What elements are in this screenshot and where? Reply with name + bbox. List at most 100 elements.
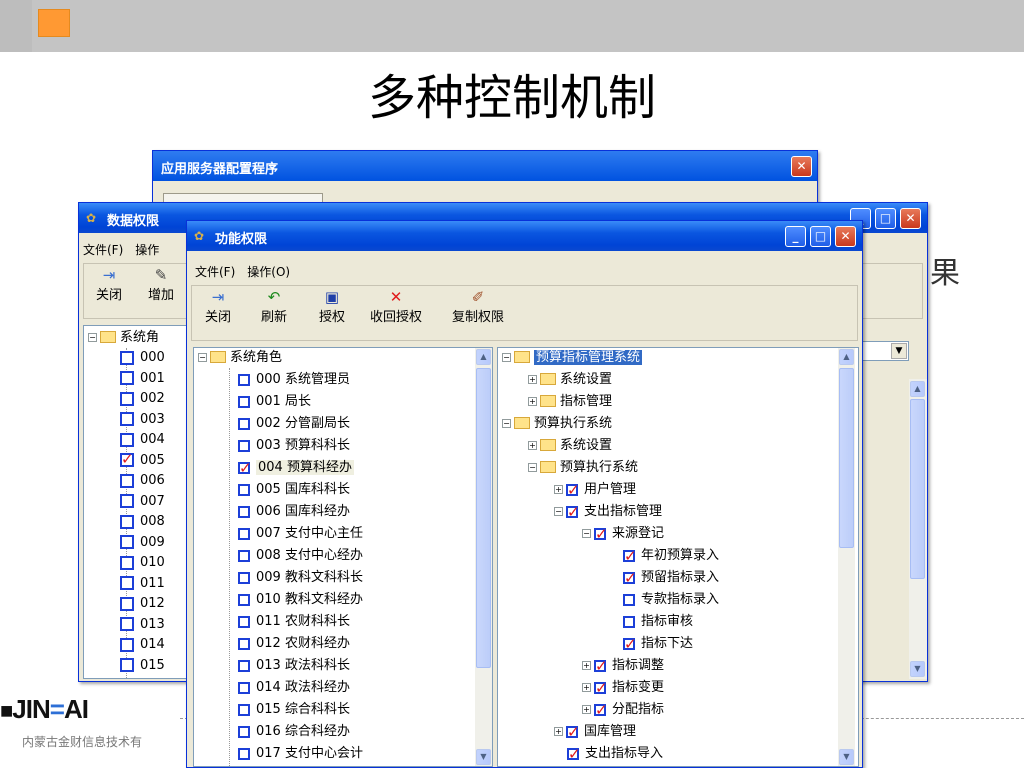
role-row[interactable]: 015 综合科科长 [238, 700, 350, 720]
func-revoke-tool-button[interactable]: ✕ 收回授权 [360, 288, 432, 325]
function-tree-row[interactable]: 专款指标录入 [610, 590, 719, 610]
checkbox-icon[interactable] [120, 371, 134, 385]
expand-toggle[interactable]: + [528, 375, 537, 384]
function-tree-row[interactable]: + ✓ 指标调整 [582, 656, 664, 676]
checkbox-icon[interactable] [238, 681, 250, 694]
checkbox-icon[interactable] [238, 571, 250, 584]
data-tree-root[interactable]: − 系统角 [88, 328, 159, 348]
collapse-toggle[interactable]: − [502, 419, 511, 428]
scroll-down-icon[interactable]: ▼ [839, 749, 854, 765]
data-role-row[interactable]: 014 [120, 635, 165, 655]
expand-toggle[interactable]: + [582, 705, 591, 714]
checkbox-icon[interactable] [120, 494, 134, 508]
role-row[interactable]: 010 教科文科经办 [238, 590, 363, 610]
checkbox-icon[interactable] [120, 535, 134, 549]
collapse-toggle[interactable]: − [582, 529, 591, 538]
data-role-row[interactable]: 008 [120, 512, 165, 532]
data-role-row[interactable]: 007 [120, 492, 165, 512]
scroll-down-icon[interactable]: ▼ [910, 661, 925, 677]
func-window-titlebar[interactable]: ✿ 功能权限 _ □ ✕ [187, 221, 862, 251]
checkbox-icon[interactable] [120, 514, 134, 529]
checked-checkbox-icon[interactable]: ✓ [566, 504, 580, 519]
expand-toggle[interactable]: + [528, 441, 537, 450]
function-tree-row[interactable]: − ✓ 来源登记 [582, 524, 664, 544]
role-row[interactable]: 009 教科文科科长 [238, 568, 363, 588]
checked-checkbox-icon[interactable]: ✓ [566, 724, 580, 739]
func-menu-file[interactable]: 文件(F) [195, 265, 235, 279]
checkbox-icon[interactable] [238, 703, 250, 716]
scroll-thumb[interactable] [910, 399, 925, 579]
data-role-row[interactable]: 002 [120, 389, 165, 409]
function-tree-row[interactable]: ✓ 年初预算录入 [610, 546, 719, 566]
data-role-row[interactable]: 013 [120, 615, 165, 635]
checkbox-icon[interactable] [238, 505, 250, 518]
data-menu-file[interactable]: 文件(F) [83, 243, 123, 257]
expand-toggle[interactable]: + [582, 683, 591, 692]
function-tree-row[interactable]: 指标审核 [610, 612, 693, 632]
checkbox-icon[interactable] [238, 747, 250, 760]
checked-checkbox-icon[interactable]: ✓ [594, 702, 608, 717]
function-tree-row[interactable]: ✓ 预留指标录入 [610, 568, 719, 588]
checkbox-icon[interactable] [238, 637, 250, 650]
scroll-thumb[interactable] [476, 368, 491, 668]
expand-toggle[interactable]: + [582, 661, 591, 670]
checkbox-icon[interactable] [120, 555, 134, 570]
checkbox-icon[interactable] [238, 439, 250, 452]
data-role-row[interactable]: 004 [120, 430, 165, 450]
function-tree-row[interactable]: − 预算执行系统 [528, 458, 638, 478]
role-row[interactable]: 000 系统管理员 [238, 370, 350, 390]
checked-checkbox-icon[interactable]: ✓ [566, 482, 580, 497]
scroll-up-icon[interactable]: ▲ [476, 349, 491, 365]
func-close-button[interactable]: ✕ [835, 226, 856, 247]
checked-checkbox-icon[interactable]: ✓ [623, 636, 637, 651]
checked-checkbox-icon[interactable]: ✓ [567, 746, 581, 761]
checkbox-icon[interactable] [238, 725, 250, 738]
function-tree-row[interactable]: − 预算指标管理系统 [502, 348, 643, 368]
config-window-titlebar[interactable]: 应用服务器配置程序 ✕ [153, 151, 817, 181]
role-row[interactable]: 006 国库科经办 [238, 502, 350, 522]
role-row[interactable]: 008 支付中心经办 [238, 546, 363, 566]
function-tree-row[interactable]: + ✓ 国库管理 [554, 722, 636, 742]
checked-checkbox-icon[interactable]: ✓ [594, 658, 608, 673]
role-row[interactable]: 002 分管副局长 [238, 414, 350, 434]
function-tree-row[interactable]: ✓ 支出指标导入 [554, 744, 663, 764]
role-row[interactable]: 016 综合科经办 [238, 722, 350, 742]
data-role-row[interactable]: ✓ 005 [120, 451, 165, 471]
role-row[interactable]: 001 局长 [238, 392, 311, 412]
collapse-toggle[interactable]: − [554, 507, 563, 516]
checkbox-icon[interactable] [120, 391, 134, 406]
checkbox-icon[interactable] [120, 596, 134, 611]
scroll-thumb[interactable] [839, 368, 854, 548]
data-role-row[interactable]: 010 [120, 553, 165, 573]
func-close-tool-button[interactable]: ⇥ 关闭 [198, 288, 238, 325]
checked-checkbox-icon[interactable]: ✓ [623, 548, 637, 563]
data-close-button[interactable]: ✕ [900, 208, 921, 229]
checkbox-icon[interactable] [623, 615, 635, 628]
checkbox-icon[interactable] [238, 373, 250, 386]
function-tree-row[interactable]: + ✓ 指标变更 [582, 678, 664, 698]
expand-toggle[interactable]: + [554, 485, 563, 494]
data-menu-operate[interactable]: 操作 [135, 243, 159, 257]
checkbox-icon[interactable] [238, 549, 250, 562]
function-tree-row[interactable]: − 预算执行系统 [502, 414, 612, 434]
data-add-tool-button[interactable]: ✎ 增加 [140, 266, 182, 303]
func-menu-operate[interactable]: 操作(O) [247, 265, 290, 279]
role-row[interactable]: 012 农财科经办 [238, 634, 350, 654]
role-row[interactable]: ✓ 004 预算科经办 [238, 458, 354, 478]
checkbox-icon[interactable] [238, 659, 250, 672]
checkbox-icon[interactable] [120, 473, 134, 488]
data-dropdown[interactable]: ▼ [859, 341, 909, 361]
checkbox-icon[interactable] [120, 412, 134, 426]
role-row[interactable]: 005 国库科科长 [238, 480, 350, 500]
checkbox-icon[interactable] [120, 617, 134, 631]
function-tree-scrollbar[interactable]: ▲ ▼ [838, 348, 855, 766]
collapse-toggle[interactable]: − [502, 353, 511, 362]
data-close-tool-button[interactable]: ⇥ 关闭 [88, 266, 130, 303]
expand-toggle[interactable]: + [554, 727, 563, 736]
checkbox-icon[interactable] [238, 417, 250, 430]
role-row[interactable]: 007 支付中心主任 [238, 524, 363, 544]
checked-checkbox-icon[interactable]: ✓ [594, 526, 608, 541]
collapse-toggle[interactable]: − [528, 463, 537, 472]
func-maximize-button[interactable]: □ [810, 226, 831, 247]
checkbox-icon[interactable] [120, 658, 134, 672]
